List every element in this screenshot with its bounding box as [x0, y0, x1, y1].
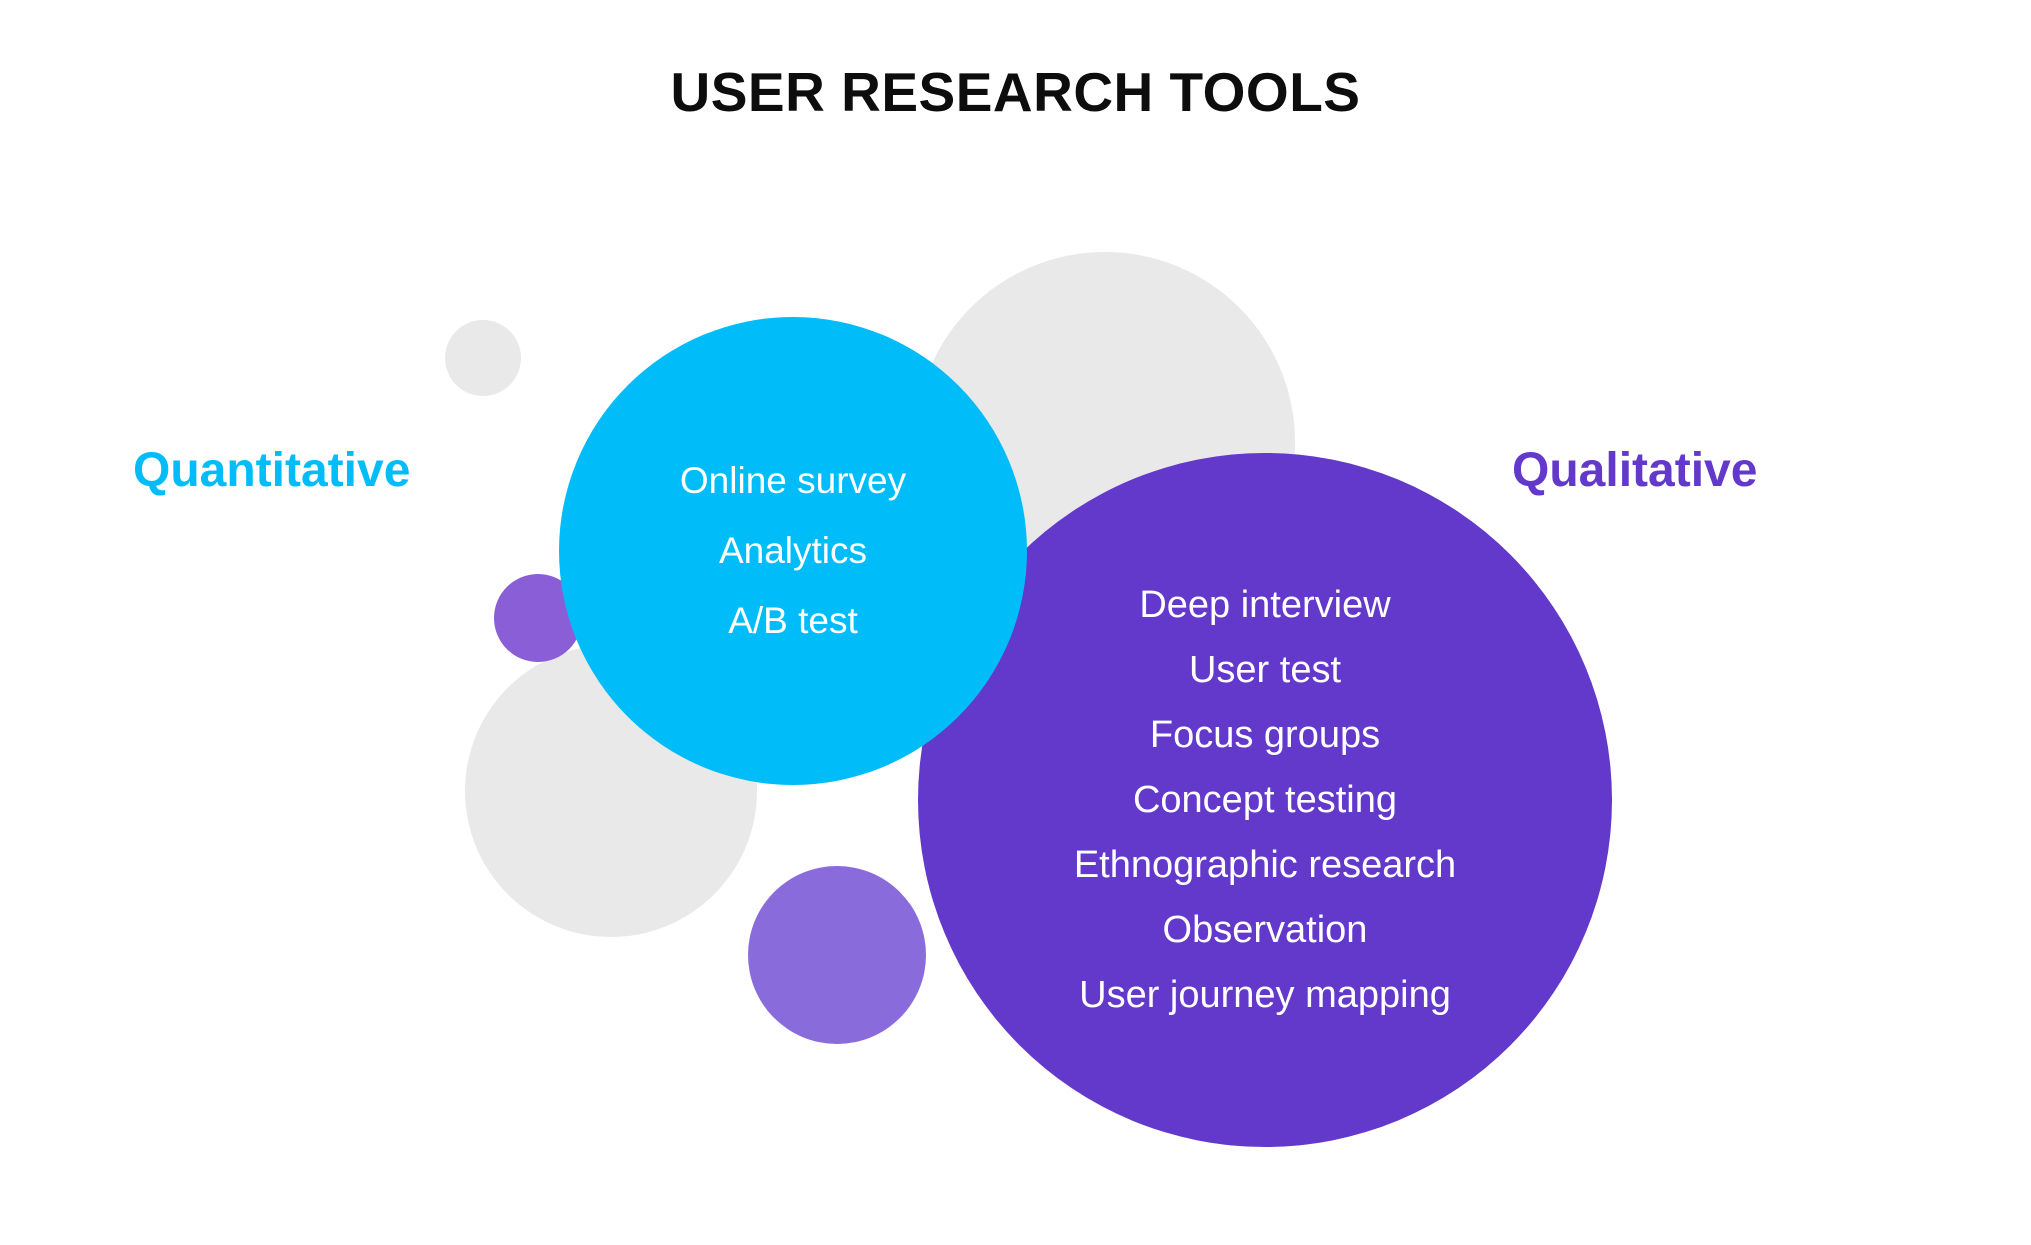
- bubble-item: Observation: [1162, 908, 1368, 951]
- bubble-item: User test: [1188, 648, 1342, 691]
- bubble-item: Focus groups: [1149, 713, 1381, 756]
- bubble-item: Analytics: [718, 530, 868, 571]
- page-title: USER RESEARCH TOOLS: [670, 61, 1361, 123]
- category-label-quantitative: Quantitative: [133, 444, 411, 497]
- bubble-item: User journey mapping: [1079, 973, 1451, 1016]
- bubble-item: Online survey: [679, 460, 907, 501]
- bubble-item: A/B test: [728, 600, 858, 641]
- decorative-circle-violet-large: [748, 866, 926, 1044]
- bubble-item: Deep interview: [1139, 583, 1391, 626]
- category-label-qualitative: Qualitative: [1512, 444, 1758, 497]
- bubble-quantitative: Online survey Analytics A/B test: [559, 317, 1027, 785]
- bubble-item: Ethnographic research: [1073, 843, 1457, 886]
- decorative-circle-gray-small: [445, 320, 521, 396]
- bubble-item: Concept testing: [1132, 778, 1398, 821]
- infographic-canvas: USER RESEARCH TOOLS Quantitative Qualita…: [0, 0, 2031, 1245]
